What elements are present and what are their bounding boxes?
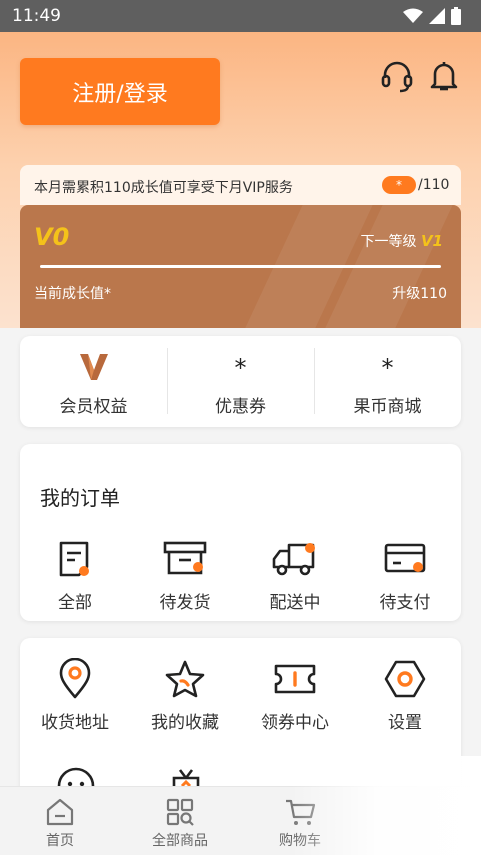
vip-level-badge: V0 xyxy=(34,223,70,251)
my-orders-card: 我的订单 全部 待发货 配送中 待支付 xyxy=(20,444,461,621)
home-icon xyxy=(46,798,74,826)
tab-home[interactable]: 首页 xyxy=(0,787,120,855)
grid-icon xyxy=(166,798,194,826)
tab-label: 全部商品 xyxy=(152,833,208,849)
benefit-label: 果币商城 xyxy=(353,397,422,417)
headset-icon[interactable] xyxy=(380,59,414,93)
tool-label: 领券中心 xyxy=(261,713,329,733)
bell-icon[interactable] xyxy=(427,59,461,93)
order-pending-shipment[interactable]: 待发货 xyxy=(130,538,240,613)
order-in-delivery[interactable]: 配送中 xyxy=(240,538,350,613)
order-label: 待支付 xyxy=(379,593,431,613)
tab-label: 首页 xyxy=(46,833,74,849)
order-label: 配送中 xyxy=(269,593,321,613)
growth-total: /110 xyxy=(418,177,450,193)
tool-label: 我的收藏 xyxy=(151,713,219,733)
status-icons xyxy=(403,7,461,25)
next-level-label: 下一等级 xyxy=(360,234,417,250)
star-icon xyxy=(165,660,205,698)
signal-icon xyxy=(429,8,445,24)
document-icon xyxy=(59,541,89,577)
edge-fade-overlay xyxy=(291,756,481,855)
status-bar: 11:49 xyxy=(0,0,481,32)
box-icon xyxy=(163,541,207,575)
growth-progress-bar xyxy=(40,265,441,268)
settings-icon xyxy=(384,660,426,698)
benefit-label: 优惠券 xyxy=(215,397,266,417)
current-growth-label: 当前成长值* xyxy=(34,286,111,302)
card-icon xyxy=(384,543,426,573)
status-time: 11:49 xyxy=(12,6,61,26)
coupon-icon: * xyxy=(234,354,247,382)
coin-icon: * xyxy=(381,354,394,382)
order-all[interactable]: 全部 xyxy=(20,538,130,613)
wifi-icon xyxy=(403,8,423,23)
benefits-card: 会员权益 * 优惠券 * 果币商城 xyxy=(20,336,461,427)
benefit-coin-mall[interactable]: * 果币商城 xyxy=(314,336,461,427)
tool-settings[interactable]: 设置 xyxy=(350,658,460,733)
benefit-coupons[interactable]: * 优惠券 xyxy=(167,336,314,427)
order-pending-payment[interactable]: 待支付 xyxy=(350,538,460,613)
ticket-icon xyxy=(274,664,316,694)
vip-notice-strip: 本月需累积110成长值可享受下月VIP服务 * /110 xyxy=(20,165,461,205)
vip-notice-text: 本月需累积110成长值可享受下月VIP服务 xyxy=(34,180,293,196)
growth-points-badge: * xyxy=(382,176,416,194)
tool-coupon-center[interactable]: 领券中心 xyxy=(240,658,350,733)
tool-shipping-address[interactable]: 收货地址 xyxy=(20,658,130,733)
benefit-member-rights[interactable]: 会员权益 xyxy=(20,336,167,427)
order-label: 待发货 xyxy=(159,593,211,613)
login-register-button[interactable]: 注册/登录 xyxy=(20,58,220,125)
benefit-label: 会员权益 xyxy=(59,397,128,417)
battery-icon xyxy=(451,7,461,25)
order-label: 全部 xyxy=(58,593,92,613)
tool-my-favorites[interactable]: 我的收藏 xyxy=(130,658,240,733)
tool-label: 收货地址 xyxy=(41,713,109,733)
location-icon xyxy=(59,658,91,699)
tab-all-products[interactable]: 全部商品 xyxy=(120,787,240,855)
tool-label: 设置 xyxy=(388,713,422,733)
vip-level-card[interactable]: V0 下一等级 V1 当前成长值* 升级110 xyxy=(20,205,461,328)
orders-title: 我的订单 xyxy=(40,486,120,510)
next-level-info: 下一等级 V1 xyxy=(361,231,444,251)
v-logo-icon xyxy=(79,354,108,380)
upgrade-requirement: 升级110 xyxy=(392,286,447,302)
truck-icon xyxy=(272,543,315,576)
next-level-badge: V1 xyxy=(420,232,443,250)
